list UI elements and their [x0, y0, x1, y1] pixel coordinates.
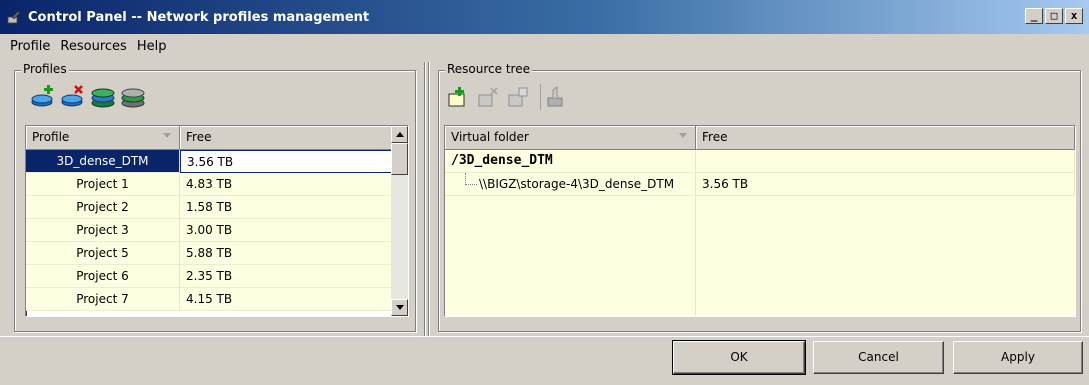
menu-help[interactable]: Help	[137, 39, 167, 54]
title-bar[interactable]: Control Panel -- Network profiles manage…	[0, 0, 1089, 34]
profile-name-cell: Project 5	[26, 242, 180, 265]
table-row[interactable]: Project 7 4.15 TB	[26, 288, 408, 311]
profile-name-cell: Project 3	[26, 219, 180, 242]
resource-free-cell	[696, 150, 1075, 173]
scroll-thumb[interactable]	[391, 143, 408, 175]
sort-arrow-icon	[163, 133, 171, 138]
profile-free-cell: 3.00 TB	[180, 219, 393, 242]
resource-grid-header: Virtual folder Free	[445, 126, 1075, 150]
arrow-up-icon	[396, 132, 404, 137]
apply-button[interactable]: Apply	[953, 341, 1083, 374]
resource-tree-group-label: Resource tree	[445, 62, 532, 76]
virtual-folder-cell: \\BIGZ\storage-4\3D_dense_DTM	[445, 173, 696, 196]
virtual-folder-label: /3D_dense_DTM	[451, 153, 553, 168]
resource-tree-grid: Virtual folder Free /3D_dense_DTM \\BIGZ\…	[444, 125, 1076, 317]
table-row[interactable]: Project 2 1.58 TB	[26, 196, 408, 219]
profiles-rows: 3D_dense_DTM 3.56 TB Project 1 4.83 TB Proje…	[26, 150, 408, 311]
profile-name-cell: Project 6	[26, 265, 180, 288]
profile-free-cell: 4.83 TB	[180, 173, 393, 196]
column-header-profile-label: Profile	[32, 130, 70, 144]
table-row[interactable]: Project 6 2.35 TB	[26, 265, 408, 288]
profile-free-cell: 5.88 TB	[180, 242, 393, 265]
table-row[interactable]: Project 5 5.88 TB	[26, 242, 408, 265]
arrow-down-icon	[396, 305, 404, 310]
resource-empty-area	[445, 196, 1075, 316]
profiles-scrollbar[interactable]	[391, 126, 408, 316]
profile-name-cell: Project 7	[26, 288, 180, 311]
profile-free-cell: 3.56 TB	[180, 150, 393, 173]
column-header-free-label: Free	[186, 130, 212, 144]
add-folder-icon[interactable]	[446, 84, 472, 110]
resources-toolbar	[446, 84, 566, 110]
resource-rows: /3D_dense_DTM \\BIGZ\storage-4\3D_dense_D…	[445, 150, 1075, 196]
table-row[interactable]: 3D_dense_DTM 3.56 TB	[26, 150, 408, 173]
profile-free-cell: 2.35 TB	[180, 265, 393, 288]
map-resource-icon	[540, 84, 566, 110]
column-header-free[interactable]: Free	[180, 126, 393, 150]
panel-splitter[interactable]	[424, 62, 432, 336]
maximize-button[interactable]: □	[1045, 8, 1063, 24]
profiles-grid: Profile Free 3D_dense_DTM 3.56 TB Project …	[25, 125, 409, 317]
profiles-grid-header: Profile Free	[26, 126, 408, 150]
close-button[interactable]: x	[1065, 8, 1083, 24]
scroll-up-button[interactable]	[391, 126, 408, 143]
column-header-virtual-folder[interactable]: Virtual folder	[445, 126, 696, 150]
virtual-folder-cell: /3D_dense_DTM	[445, 150, 696, 173]
profile-free-cell: 1.58 TB	[180, 196, 393, 219]
table-row[interactable]: Project 3 3.00 TB	[26, 219, 408, 242]
table-row[interactable]: Project 1 4.83 TB	[26, 173, 408, 196]
minimize-button[interactable]: _	[1025, 8, 1043, 24]
cancel-button[interactable]: Cancel	[813, 341, 944, 374]
profile-name-cell: Project 2	[26, 196, 180, 219]
control-panel-icon	[6, 9, 22, 25]
resource-free-cell: 3.56 TB	[696, 173, 1075, 196]
menu-profile[interactable]: Profile	[10, 39, 50, 54]
delete-profile-icon[interactable]	[60, 83, 86, 109]
ok-button[interactable]: OK	[672, 340, 806, 375]
menu-resources[interactable]: Resources	[60, 39, 126, 54]
column-header-resource-free[interactable]: Free	[696, 126, 1075, 150]
profile-name-cell: Project 1	[26, 173, 180, 196]
menu-bar: Profile Resources Help	[0, 34, 176, 58]
profiles-toolbar	[30, 83, 146, 109]
column-header-virtual-folder-label: Virtual folder	[451, 130, 529, 144]
add-profile-icon[interactable]	[30, 83, 56, 109]
folder-properties-icon	[506, 84, 532, 110]
tree-connector	[465, 184, 477, 185]
profile-stack-icon[interactable]	[90, 83, 116, 109]
virtual-folder-label: \\BIGZ\storage-4\3D_dense_DTM	[479, 177, 675, 191]
sort-arrow-icon	[679, 133, 687, 138]
column-header-profile[interactable]: Profile	[26, 126, 180, 150]
tree-child-node[interactable]: \\BIGZ\storage-4\3D_dense_DTM 3.56 TB	[445, 173, 1075, 196]
tree-root-node[interactable]: /3D_dense_DTM	[445, 150, 1075, 173]
profile-name-cell: 3D_dense_DTM	[26, 150, 180, 173]
window-title: Control Panel -- Network profiles manage…	[28, 9, 370, 25]
profiles-group-label: Profiles	[21, 62, 69, 76]
column-header-resource-free-label: Free	[702, 130, 728, 144]
scroll-down-button[interactable]	[391, 299, 408, 316]
bottom-separator	[0, 336, 1089, 338]
remove-folder-icon	[476, 84, 502, 110]
profile-free-cell: 4.15 TB	[180, 288, 393, 311]
profile-stack-gray-icon[interactable]	[120, 83, 146, 109]
